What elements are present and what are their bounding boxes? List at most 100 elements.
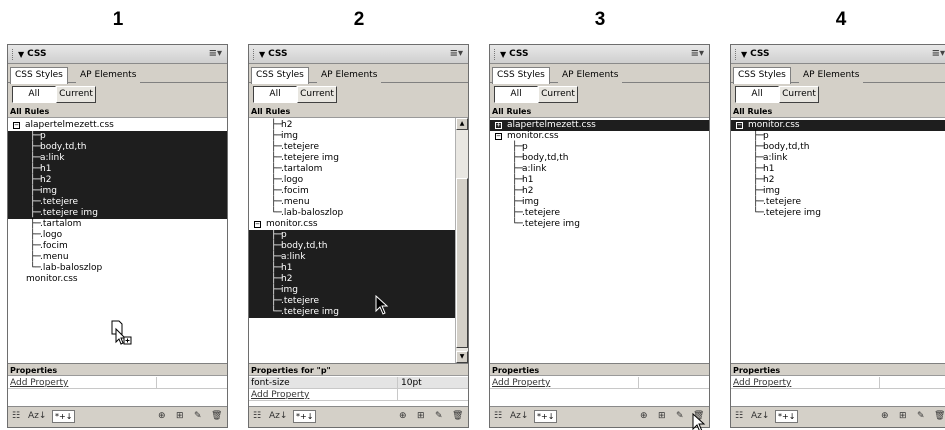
- rule-row[interactable]: ├─ a:link: [8, 153, 227, 164]
- tab-css-styles[interactable]: CSS Styles: [492, 67, 550, 84]
- rule-row[interactable]: ├─ .tetejere: [8, 197, 227, 208]
- new-css-rule-icon[interactable]: ⊞: [176, 411, 184, 421]
- collapse-icon[interactable]: −: [254, 221, 261, 228]
- add-property-link[interactable]: Add Property: [10, 377, 68, 389]
- rule-row[interactable]: ├─ h1: [731, 164, 945, 175]
- rules-scrollbar[interactable]: ▲ ▼: [455, 118, 468, 363]
- panel-options-menu-icon[interactable]: ≡▾: [209, 48, 222, 59]
- stylesheet-row[interactable]: − monitor.css: [490, 131, 709, 142]
- rule-row[interactable]: ├─ a:link: [490, 164, 709, 175]
- rules-tree[interactable]: + alapertelmezett.css − monitor.css ├─ p ├─ bod…: [490, 118, 709, 363]
- panel-titlebar[interactable]: ▼ CSS ≡▾: [490, 45, 709, 64]
- current-mode-button[interactable]: Current: [779, 86, 819, 103]
- collapse-arrow-icon[interactable]: ▼: [18, 50, 24, 59]
- all-mode-button[interactable]: All: [253, 86, 297, 103]
- grip-handle[interactable]: [12, 48, 14, 60]
- rule-row[interactable]: ├─ img: [731, 186, 945, 197]
- rule-row[interactable]: ├─ .tetejere: [731, 197, 945, 208]
- edit-style-icon[interactable]: ✎: [917, 411, 925, 421]
- rule-row[interactable]: ├─ .tetejere img: [8, 208, 227, 219]
- rule-row[interactable]: ├─ .tetejere: [249, 142, 455, 153]
- set-properties-view-icon[interactable]: *+↓: [775, 410, 799, 423]
- delete-css-rule-icon[interactable]: 🗑: [211, 411, 222, 421]
- edit-style-icon[interactable]: ✎: [194, 411, 202, 421]
- scroll-down-button[interactable]: ▼: [456, 351, 468, 363]
- panel-titlebar[interactable]: ▼ CSS ≡▾: [731, 45, 945, 64]
- rule-row[interactable]: └─ .tetejere img: [731, 208, 945, 219]
- stylesheet-row[interactable]: − alapertelmezett.css: [8, 120, 227, 131]
- property-row[interactable]: font-size 10pt: [249, 377, 468, 389]
- rules-tree[interactable]: − monitor.css ├─ p ├─ body,td,th ├─ a:link ├─ h1 ├…: [731, 118, 945, 363]
- rule-row[interactable]: ├─ h1: [8, 164, 227, 175]
- all-mode-button[interactable]: All: [494, 86, 538, 103]
- rule-row[interactable]: ├─ img: [8, 186, 227, 197]
- current-mode-button[interactable]: Current: [297, 86, 337, 103]
- category-view-icon[interactable]: ☷: [494, 411, 502, 421]
- collapse-arrow-icon[interactable]: ▼: [741, 50, 747, 59]
- rule-row[interactable]: ├─ h1: [490, 175, 709, 186]
- rules-tree[interactable]: ├─ h2 ├─ img ├─ .tetejere ├─ .tetejere img ├─ .ta…: [249, 118, 455, 363]
- tab-ap-elements[interactable]: AP Elements: [317, 68, 382, 84]
- collapse-icon[interactable]: −: [13, 122, 20, 129]
- new-css-rule-icon[interactable]: ⊞: [658, 411, 666, 421]
- attach-style-sheet-icon[interactable]: ⊕: [399, 411, 407, 421]
- add-property-link[interactable]: Add Property: [251, 389, 309, 401]
- rule-row[interactable]: ├─ img: [249, 285, 455, 296]
- scroll-thumb[interactable]: [456, 178, 468, 348]
- rule-row[interactable]: ├─ .tetejere img: [249, 153, 455, 164]
- collapse-icon[interactable]: −: [495, 133, 502, 140]
- rule-row[interactable]: ├─ h2: [490, 186, 709, 197]
- edit-style-icon[interactable]: ✎: [676, 411, 684, 421]
- set-properties-view-icon[interactable]: *+↓: [293, 410, 317, 423]
- rule-row[interactable]: ├─ body,td,th: [490, 153, 709, 164]
- tab-css-styles[interactable]: CSS Styles: [10, 67, 68, 84]
- rule-row[interactable]: ├─ .menu: [249, 197, 455, 208]
- panel-titlebar[interactable]: ▼ CSS ≡▾: [249, 45, 468, 64]
- rule-row[interactable]: ├─ h1: [249, 263, 455, 274]
- all-mode-button[interactable]: All: [12, 86, 56, 103]
- add-property-link[interactable]: Add Property: [492, 377, 550, 389]
- current-mode-button[interactable]: Current: [538, 86, 578, 103]
- property-value[interactable]: 10pt: [397, 377, 422, 389]
- category-view-icon[interactable]: ☷: [12, 411, 20, 421]
- rule-row[interactable]: ├─ p: [490, 142, 709, 153]
- collapse-arrow-icon[interactable]: ▼: [259, 50, 265, 59]
- rule-row[interactable]: ├─ .tetejere: [490, 208, 709, 219]
- rule-row[interactable]: ├─ p: [249, 230, 455, 241]
- rule-row[interactable]: ├─ body,td,th: [8, 142, 227, 153]
- rule-row[interactable]: ├─ p: [731, 131, 945, 142]
- rule-row[interactable]: ├─ .menu: [8, 252, 227, 263]
- collapse-icon[interactable]: −: [736, 122, 743, 129]
- new-css-rule-icon[interactable]: ⊞: [417, 411, 425, 421]
- rule-row[interactable]: ├─ h2: [8, 175, 227, 186]
- rule-row[interactable]: ├─ .focim: [8, 241, 227, 252]
- rule-row[interactable]: ├─ a:link: [249, 252, 455, 263]
- rule-row[interactable]: ├─ .logo: [8, 230, 227, 241]
- attach-style-sheet-icon[interactable]: ⊕: [640, 411, 648, 421]
- all-mode-button[interactable]: All: [735, 86, 779, 103]
- alphabetical-view-icon[interactable]: Az↓: [510, 411, 528, 421]
- delete-css-rule-icon[interactable]: 🗑: [934, 411, 945, 421]
- rule-row[interactable]: ├─ img: [249, 131, 455, 142]
- rule-row[interactable]: ├─ h2: [249, 274, 455, 285]
- current-mode-button[interactable]: Current: [56, 86, 96, 103]
- attach-style-sheet-icon[interactable]: ⊕: [158, 411, 166, 421]
- set-properties-view-icon[interactable]: *+↓: [52, 410, 76, 423]
- add-property-link[interactable]: Add Property: [733, 377, 791, 389]
- alphabetical-view-icon[interactable]: Az↓: [28, 411, 46, 421]
- stylesheet-row[interactable]: monitor.css: [8, 274, 227, 285]
- tab-css-styles[interactable]: CSS Styles: [251, 67, 309, 84]
- edit-style-icon[interactable]: ✎: [435, 411, 443, 421]
- scroll-up-button[interactable]: ▲: [456, 118, 468, 130]
- rule-row[interactable]: └─ .tetejere img: [490, 219, 709, 230]
- panel-options-menu-icon[interactable]: ≡▾: [691, 48, 704, 59]
- delete-css-rule-icon[interactable]: 🗑: [452, 411, 463, 421]
- category-view-icon[interactable]: ☷: [735, 411, 743, 421]
- rule-row[interactable]: ├─ p: [8, 131, 227, 142]
- alphabetical-view-icon[interactable]: Az↓: [751, 411, 769, 421]
- tab-css-styles[interactable]: CSS Styles: [733, 67, 791, 84]
- rule-row[interactable]: └─ .lab-baloszlop: [8, 263, 227, 274]
- attach-style-sheet-icon[interactable]: ⊕: [881, 411, 889, 421]
- rule-row[interactable]: ├─ .tetejere: [249, 296, 455, 307]
- rule-row[interactable]: ├─ a:link: [731, 153, 945, 164]
